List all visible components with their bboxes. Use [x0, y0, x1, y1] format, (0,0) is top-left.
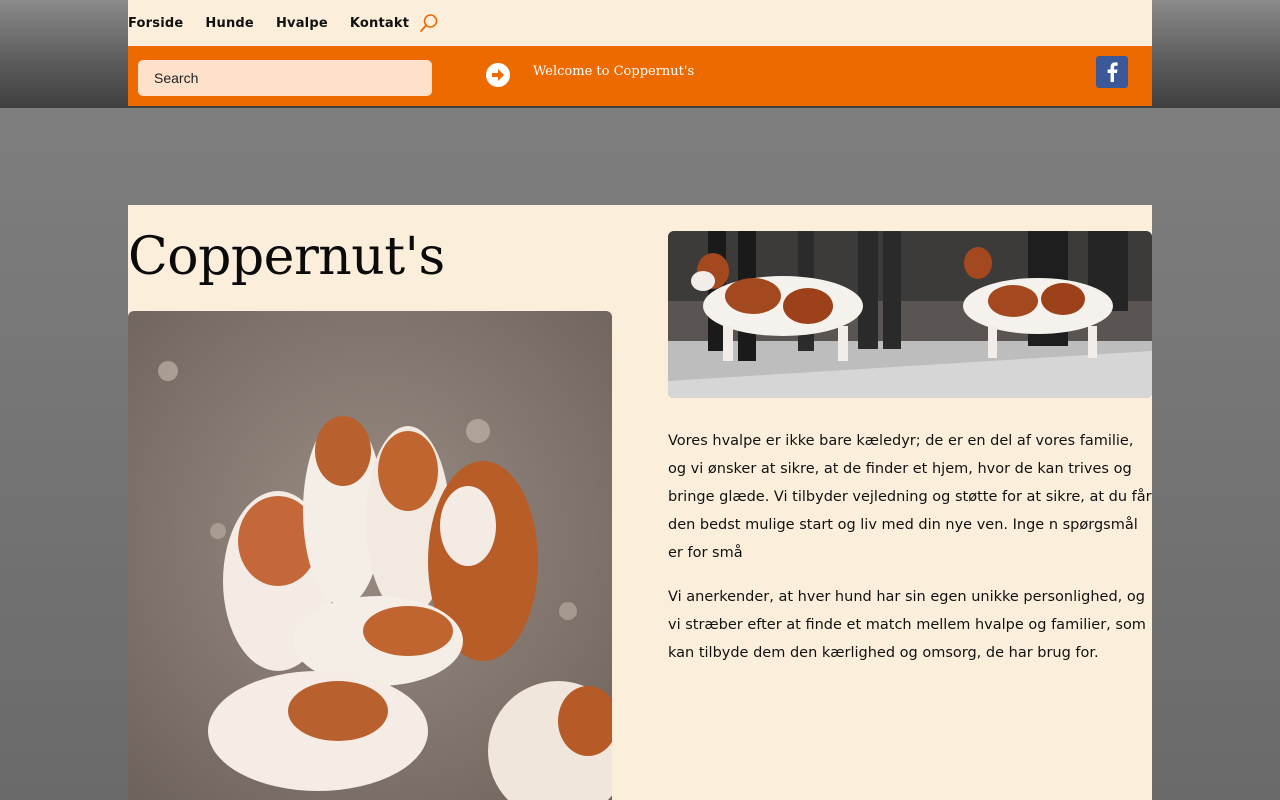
page-title: Coppernut's [128, 227, 445, 287]
search-icon[interactable] [419, 13, 439, 33]
nav-item-hvalpe[interactable]: Hvalpe [276, 16, 328, 31]
puppies-photo [128, 311, 612, 800]
main-navigation: Forside Hunde Hvalpe Kontakt [128, 0, 1152, 46]
nav-item-hunde[interactable]: Hunde [205, 16, 254, 31]
header-bar: Welcome to Coppernut's [128, 46, 1152, 106]
welcome-text: Welcome to Coppernut's [533, 64, 695, 79]
nav-item-kontakt[interactable]: Kontakt [350, 16, 409, 31]
nav-item-forside[interactable]: Forside [128, 16, 183, 31]
arrow-right-circle-icon[interactable] [486, 63, 510, 87]
facebook-button[interactable] [1096, 56, 1128, 88]
dog-show-photo [668, 231, 1152, 398]
search-input[interactable] [138, 60, 432, 96]
intro-text: Vores hvalpe er ikke bare kæledyr; de er… [668, 427, 1152, 683]
facebook-icon [1107, 62, 1118, 82]
main-content: Coppernut's Vores hvalpe er ikke bare kæ… [128, 205, 1152, 800]
intro-paragraph: Vores hvalpe er ikke bare kæledyr; de er… [668, 433, 1152, 561]
intro-paragraph: Vi anerkender, at hver hund har sin egen… [668, 589, 1146, 661]
